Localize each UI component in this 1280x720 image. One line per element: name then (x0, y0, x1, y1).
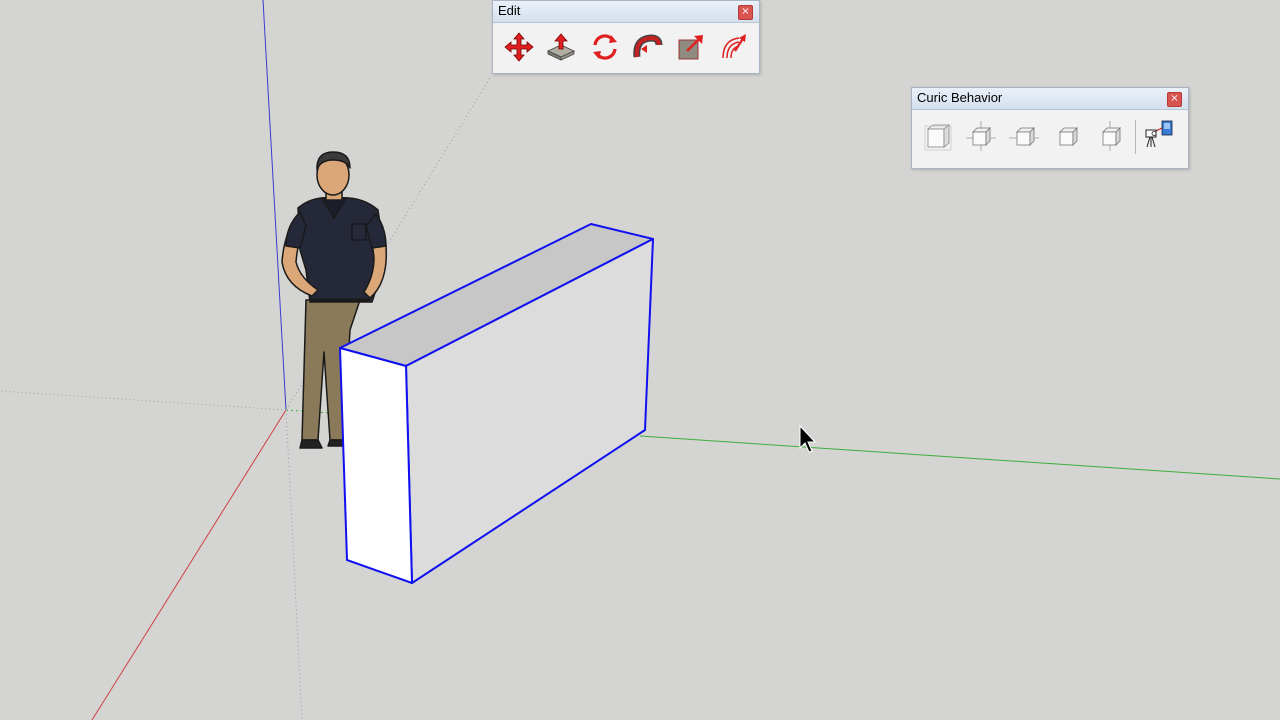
selected-box[interactable] (339, 223, 654, 584)
green-axis-solid (639, 435, 1280, 480)
box-all-faces-button[interactable] (922, 120, 954, 152)
camera-projector-button[interactable] (1142, 118, 1174, 150)
box-vertical-axis-icon (1102, 121, 1121, 151)
scale-tool-button[interactable] (675, 31, 707, 63)
camera-projector-icon (1145, 120, 1173, 148)
red-axis-solid (91, 409, 287, 720)
box-front-button[interactable] (1051, 120, 1083, 152)
move-tool-button[interactable] (503, 31, 535, 63)
push-pull-icon (547, 33, 575, 61)
box-top-axis-button[interactable] (965, 120, 997, 152)
blue-axis-solid (262, 0, 287, 411)
green-axis-dotted (0, 390, 287, 411)
box-side-axis-button[interactable] (1008, 120, 1040, 152)
curic-toolbar-title: Curic Behavior (917, 90, 1003, 105)
curic-toolbar-titlebar[interactable]: Curic Behavior × (912, 88, 1188, 110)
box-side-axis-icon (1009, 127, 1039, 146)
follow-me-icon (633, 34, 663, 58)
push-pull-tool-button[interactable] (545, 31, 577, 63)
blue-axis-dotted (285, 409, 303, 720)
box-front-icon (1059, 127, 1078, 146)
rotate-tool-button[interactable] (589, 31, 621, 63)
curic-toolbar-close-button[interactable]: × (1167, 92, 1182, 107)
edit-toolbar-close-button[interactable]: × (738, 5, 753, 20)
edit-toolbar-titlebar[interactable]: Edit × (493, 1, 759, 23)
rotate-icon (593, 34, 617, 60)
curic-behavior-toolbar: Curic Behavior × (911, 87, 1189, 169)
box-top-axis-icon (966, 121, 996, 151)
toolbar-separator (1135, 120, 1136, 154)
offset-icon (722, 34, 746, 59)
offset-tool-button[interactable] (717, 31, 749, 63)
box-vertical-axis-button[interactable] (1094, 120, 1126, 152)
box-front-face (339, 347, 413, 584)
box-all-faces-icon (924, 124, 952, 151)
scale-icon (678, 35, 703, 60)
edit-toolbar-title: Edit (498, 3, 521, 18)
edit-toolbar: Edit × (492, 0, 760, 74)
follow-me-tool-button[interactable] (631, 31, 663, 63)
move-icon (504, 32, 534, 62)
